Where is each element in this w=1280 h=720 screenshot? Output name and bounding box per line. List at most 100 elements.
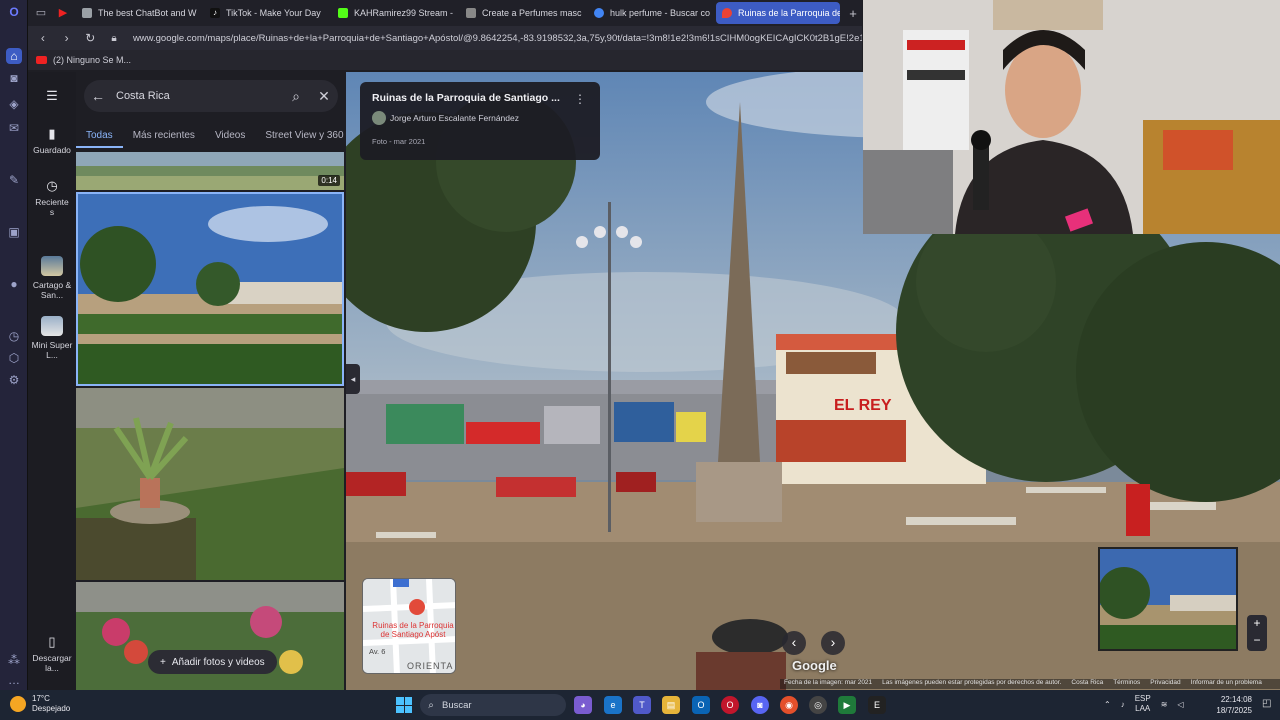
tab-streetview[interactable]: Street View y 360: [255, 128, 346, 148]
plus-icon: +: [160, 656, 166, 668]
chatbot-favicon-icon: [82, 8, 92, 18]
place-thumbnail: [41, 316, 63, 336]
google-logo: Google: [792, 658, 837, 673]
next-arrow-icon[interactable]: ›: [821, 631, 845, 655]
language-indicator[interactable]: ESP LAA: [1135, 694, 1151, 714]
discord-icon[interactable]: ◙: [6, 70, 22, 86]
report-link[interactable]: Informar de un problema: [1191, 679, 1262, 689]
more-options-icon[interactable]: ⋮: [574, 92, 586, 106]
tab-chatbot[interactable]: The best ChatBot and W: [76, 2, 200, 24]
download-app-button[interactable]: ▯ Descargar la...: [28, 634, 76, 673]
gx-icon[interactable]: ⁂: [6, 652, 22, 668]
tab-tiktok[interactable]: ♪ TikTok - Make Your Day: [204, 2, 328, 24]
tab-hulk-search[interactable]: hulk perfume - Buscar co: [588, 2, 712, 24]
minimap[interactable]: Ruinas de la Parroquia de Santiago Apóst…: [362, 578, 456, 674]
weather-icon: [10, 696, 26, 712]
back-icon[interactable]: ‹: [34, 31, 52, 45]
search-icon[interactable]: ⌕: [282, 88, 310, 105]
lock-icon: 🔒︎: [111, 32, 117, 44]
mail-icon[interactable]: ✉: [6, 120, 22, 136]
photo-thumbnail-video[interactable]: 0:14: [76, 152, 344, 190]
privacy-link[interactable]: Privacidad: [1150, 679, 1180, 689]
store-sign: EL REY: [834, 397, 892, 414]
minimap-avenue: Av. 6: [369, 647, 386, 656]
copilot-icon[interactable]: ◕: [574, 696, 592, 714]
extensions-icon[interactable]: ⬡: [6, 350, 22, 366]
globe-icon[interactable]: ●: [6, 276, 22, 292]
bookmarks-bar: (2) Ninguno Se M...: [28, 50, 862, 70]
opera-gx-icon[interactable]: O: [721, 696, 739, 714]
edge-icon[interactable]: e: [604, 696, 622, 714]
photo-thumbnail-selected[interactable]: [76, 192, 344, 386]
recent-place-cartago[interactable]: Cartago & San...: [28, 256, 76, 300]
outlook-icon[interactable]: O: [692, 696, 710, 714]
recent-place-minisuper[interactable]: Mini Super L...: [28, 316, 76, 360]
tab-kick[interactable]: KAHRamirez99 Stream -: [332, 2, 456, 24]
wifi-icon[interactable]: ≋: [1161, 700, 1168, 709]
maps-rail: ☰ ▮ Guardado ◷ Reciente s Cartago & San.…: [28, 72, 76, 690]
more-icon[interactable]: …: [6, 672, 22, 688]
chevron-up-icon[interactable]: ⌃: [1104, 700, 1111, 709]
saved-label: Guardado: [33, 145, 71, 155]
tab-ruinas[interactable]: Ruinas de la Parroquia de: [716, 2, 840, 24]
settings-icon[interactable]: ⚙: [6, 372, 22, 388]
video-duration: 0:14: [318, 175, 340, 186]
reload-icon[interactable]: ↻: [81, 31, 99, 45]
explorer-icon[interactable]: ▤: [662, 696, 680, 714]
place-title[interactable]: Ruinas de la Parroquia de Santiago ...: [372, 92, 588, 104]
doc-favicon-icon: [466, 8, 476, 18]
country-label: Costa Rica: [1071, 679, 1104, 686]
search-input[interactable]: Costa Rica: [112, 90, 282, 102]
attribution-footer: Fecha de la imagen: mar 2021 Las imágene…: [780, 679, 1280, 689]
recent-button[interactable]: ◷ Reciente s: [28, 178, 76, 217]
photo-thumbnail-garden[interactable]: [76, 388, 344, 580]
weather-widget[interactable]: 17°C Despejado: [10, 694, 70, 714]
url-field[interactable]: www.google.com/maps/place/Ruinas+de+la+P…: [133, 33, 862, 44]
notification-icon[interactable]: ◰: [1262, 698, 1271, 709]
back-arrow-icon[interactable]: ←: [84, 88, 112, 104]
messenger-icon[interactable]: ◈: [6, 96, 22, 112]
search-box: ← Costa Rica ⌕ ✕: [84, 80, 338, 112]
tab-recent[interactable]: Más recientes: [123, 128, 205, 148]
menu-button[interactable]: ☰: [28, 88, 76, 107]
photo-thumbnail-overlay[interactable]: [1098, 547, 1238, 651]
youtube-tab-icon[interactable]: ▶: [54, 4, 72, 22]
tools-icon[interactable]: ✎: [6, 172, 22, 188]
tab-perfumes[interactable]: Create a Perfumes masc: [460, 2, 584, 24]
obs-icon[interactable]: ◉: [780, 696, 798, 714]
steam-icon[interactable]: ◎: [809, 696, 827, 714]
close-icon[interactable]: ✕: [310, 88, 338, 105]
workspace-icon[interactable]: ▭: [32, 4, 50, 22]
zoom-in-icon[interactable]: +: [1247, 615, 1267, 632]
terms-link[interactable]: Términos: [1113, 679, 1140, 689]
bookmark-item[interactable]: (2) Ninguno Se M...: [53, 55, 131, 65]
start-button[interactable]: [396, 697, 412, 713]
collapse-panel-button[interactable]: ◂: [346, 364, 360, 394]
forward-icon[interactable]: ›: [58, 31, 76, 45]
app-icon[interactable]: ▶: [838, 696, 856, 714]
taskbar-search[interactable]: ⌕ Buscar: [420, 694, 566, 716]
twitch-icon[interactable]: ▣: [6, 224, 22, 240]
home-icon[interactable]: ⌂: [6, 48, 22, 64]
epic-games-icon[interactable]: E: [868, 696, 886, 714]
previous-arrow-icon[interactable]: ‹: [782, 631, 806, 655]
tab-videos[interactable]: Videos: [205, 128, 255, 148]
tab-label: Ruinas de la Parroquia de: [738, 8, 840, 18]
saved-button[interactable]: ▮ Guardado: [28, 126, 76, 155]
language-code: ESP: [1134, 694, 1151, 703]
microphone-icon[interactable]: ♪: [1121, 700, 1125, 709]
author-row[interactable]: Jorge Arturo Escalante Fernández: [372, 111, 588, 125]
opera-logo-icon[interactable]: O: [6, 4, 22, 20]
add-photos-button[interactable]: + Añadir fotos y videos: [148, 650, 277, 674]
tab-label: TikTok - Make Your Day: [226, 8, 321, 18]
tab-all[interactable]: Todas: [76, 128, 123, 148]
teams-icon[interactable]: T: [633, 696, 651, 714]
clock[interactable]: 22:14:08 18/7/2025: [1214, 694, 1252, 716]
weather-condition: Despejado: [32, 704, 71, 713]
volume-icon[interactable]: ◁: [1177, 700, 1183, 709]
new-tab-button[interactable]: +: [844, 6, 862, 21]
author-avatar: [372, 111, 386, 125]
discord-icon[interactable]: ◙: [751, 696, 769, 714]
zoom-out-icon[interactable]: −: [1247, 632, 1267, 649]
history-icon[interactable]: ◷: [6, 328, 22, 344]
